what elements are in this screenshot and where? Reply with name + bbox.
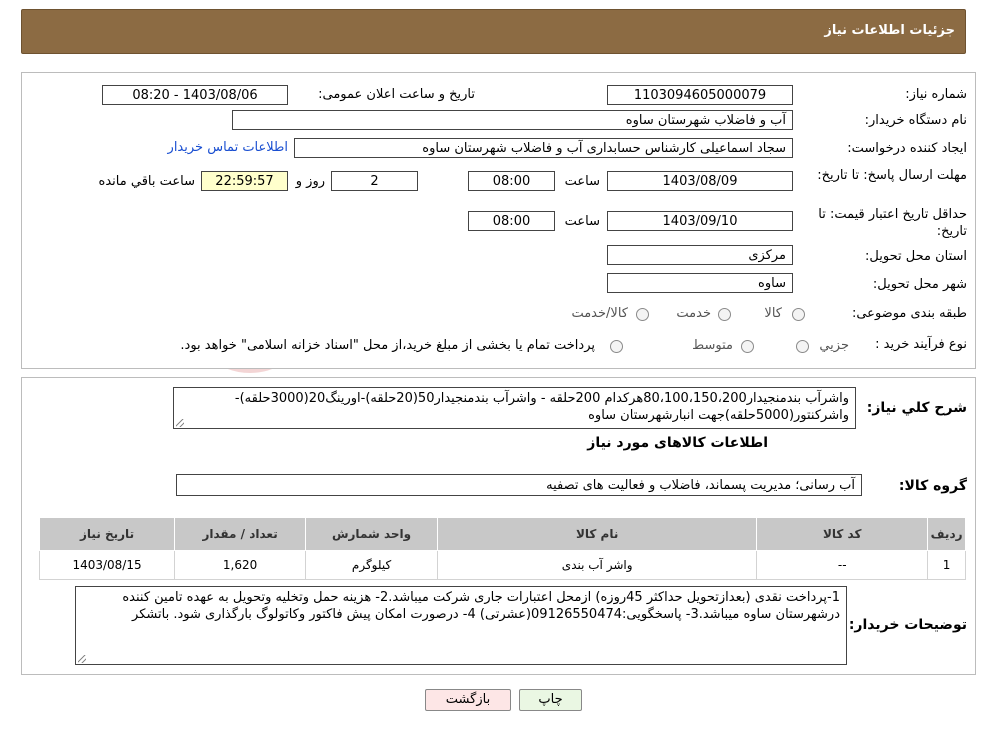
resize-grip-icon[interactable] — [176, 419, 184, 427]
need-number-field[interactable]: 1103094605000079 — [607, 85, 793, 105]
remaining-time-field: 22:59:57 — [201, 171, 288, 191]
process-radio-minor[interactable] — [796, 340, 809, 353]
process-option-medium: متوسط — [692, 338, 733, 353]
table-row[interactable]: 1 -- واشر آب بندی کیلوگرم 1,620 1403/08/… — [38, 550, 966, 580]
process-note: پرداخت تمام یا بخشی از مبلغ خرید،از محل … — [180, 338, 595, 353]
col-name: نام کالا — [437, 517, 758, 551]
announce-field[interactable]: 1403/08/06 - 08:20 — [102, 85, 288, 105]
deadline-label-text: مهلت ارسال پاسخ: تا تاریخ: — [817, 168, 967, 183]
buyer-org-field[interactable]: آب و فاضلاب شهرستان ساوه — [232, 110, 793, 130]
cell-date: 1403/08/15 — [38, 550, 176, 580]
col-unit: واحد شمارش — [305, 517, 439, 551]
col-row: ردیف — [927, 517, 966, 551]
print-button[interactable]: چاپ — [519, 689, 582, 711]
cell-qty: 1,620 — [174, 550, 307, 580]
cell-row: 1 — [927, 550, 966, 580]
category-label: طبقه بندی موضوعی: — [851, 306, 967, 321]
validity-date-field[interactable]: 1403/09/10 — [607, 211, 793, 231]
category-radio-service[interactable] — [718, 308, 731, 321]
city-field[interactable]: ساوه — [607, 273, 793, 293]
days-label: روز و — [295, 174, 325, 189]
deadline-time-label: ساعت — [564, 174, 600, 189]
buyer-contact-link[interactable]: اطلاعات تماس خریدار — [168, 140, 288, 155]
back-button[interactable]: بازگشت — [425, 689, 511, 711]
remaining-label: ساعت باقي مانده — [98, 174, 195, 189]
col-qty: تعداد / مقدار — [174, 517, 307, 551]
creator-label: ایجاد کننده درخواست: — [847, 141, 967, 156]
days-field[interactable]: 2 — [331, 171, 418, 191]
process-label: نوع فرآیند خرید : — [875, 337, 967, 352]
resize-grip-icon[interactable] — [78, 655, 86, 663]
city-label: شهر محل تحویل: — [872, 277, 967, 292]
goods-table: ردیف کد کالا نام کالا واحد شمارش تعداد /… — [38, 517, 966, 580]
deadline-label: مهلت ارسال پاسخ: تا تاریخ: — [817, 167, 967, 184]
category-radio-goods[interactable] — [792, 308, 805, 321]
goods-table-header: ردیف کد کالا نام کالا واحد شمارش تعداد /… — [38, 517, 966, 551]
creator-field[interactable]: سجاد اسماعیلی کارشناس حسابداری آب و فاضل… — [294, 138, 793, 158]
deadline-time-field[interactable]: 08:00 — [468, 171, 555, 191]
deadline-date-field[interactable]: 1403/08/09 — [607, 171, 793, 191]
validity-label-text: حداقل تاریخ اعتبار قیمت: تا تاریخ: — [818, 207, 967, 239]
province-field[interactable]: مرکزی — [607, 245, 793, 265]
validity-time-field[interactable]: 08:00 — [468, 211, 555, 231]
page-header: جزئیات اطلاعات نیاز — [21, 9, 966, 54]
cell-name: واشر آب بندی — [437, 550, 758, 580]
col-code: کد کالا — [756, 517, 929, 551]
category-option-goods-service: کالا/خدمت — [571, 306, 628, 321]
description-text: واشرآب بندمنجیدار80،100،150،200هرکدام 20… — [234, 391, 849, 423]
goods-section-title: اطلاعات کالاهای مورد نیاز — [587, 435, 768, 451]
process-option-minor: جزیي — [819, 338, 849, 353]
description-textarea[interactable]: واشرآب بندمنجیدار80،100،150،200هرکدام 20… — [173, 387, 856, 429]
process-radio-treasury[interactable] — [610, 340, 623, 353]
goods-group-label: گروه کالا: — [898, 478, 967, 494]
process-radio-medium[interactable] — [741, 340, 754, 353]
validity-label: حداقل تاریخ اعتبار قیمت: تا تاریخ: — [817, 206, 967, 240]
need-number-label: شماره نیاز: — [905, 87, 967, 102]
category-option-service: خدمت — [676, 306, 711, 321]
cell-code: -- — [756, 550, 929, 580]
page-title: جزئیات اطلاعات نیاز — [824, 23, 955, 38]
description-label: شرح کلي نياز: — [866, 400, 967, 416]
province-label: استان محل تحویل: — [865, 249, 967, 264]
buyer-org-label: نام دستگاه خریدار: — [864, 113, 967, 128]
category-radio-goods-service[interactable] — [636, 308, 649, 321]
category-option-goods: کالا — [764, 306, 782, 321]
cell-unit: کیلوگرم — [305, 550, 439, 580]
buyer-notes-textarea[interactable]: 1-پرداخت نقدی (بعدازتحویل حداکثر 45روزه)… — [75, 586, 847, 665]
buyer-notes-text: 1-پرداخت نقدی (بعدازتحویل حداکثر 45روزه)… — [122, 590, 840, 622]
buyer-notes-label: توضیحات خریدار: — [848, 617, 967, 633]
col-date: تاریخ نیاز — [38, 517, 176, 551]
goods-group-field[interactable]: آب رسانی؛ مدیریت پسماند، فاضلاب و فعالیت… — [176, 474, 862, 496]
announce-label: تاریخ و ساعت اعلان عمومی: — [318, 87, 475, 102]
validity-time-label: ساعت — [564, 214, 600, 229]
